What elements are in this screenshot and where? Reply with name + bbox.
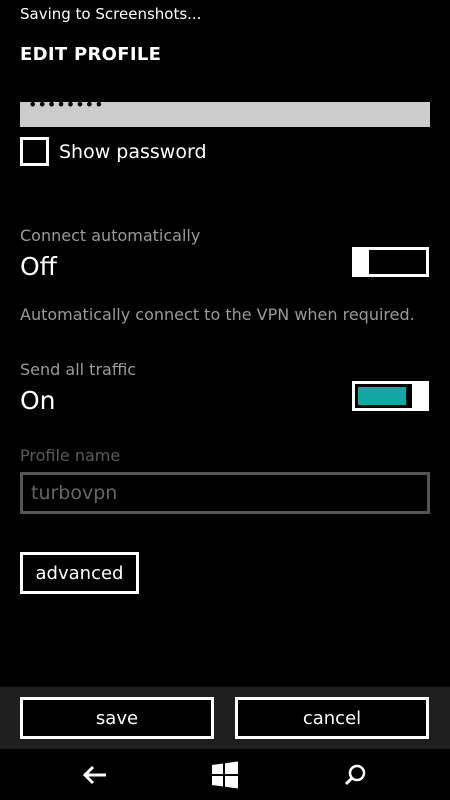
show-password-checkbox[interactable] [20, 137, 49, 166]
navigation-bar [0, 749, 450, 800]
send-all-traffic-label: Send all traffic [20, 360, 137, 379]
show-password-option[interactable]: Show password [20, 137, 207, 166]
connect-automatically-label: Connect automatically [20, 226, 201, 245]
app-bar: save cancel [0, 687, 450, 749]
send-all-traffic-toggle[interactable] [352, 381, 429, 411]
toggle-knob [352, 247, 369, 277]
page-title: EDIT PROFILE [20, 44, 162, 65]
send-all-traffic-value: On [20, 386, 56, 415]
connect-automatically-value: Off [20, 252, 57, 281]
cancel-button[interactable]: cancel [235, 697, 429, 739]
profile-name-label: Profile name [20, 446, 121, 465]
windows-start-icon[interactable] [209, 759, 241, 791]
save-button[interactable]: save [20, 697, 214, 739]
back-arrow-icon[interactable] [79, 759, 111, 791]
profile-name-input[interactable]: turbovpn [20, 472, 430, 514]
advanced-button[interactable]: advanced [20, 552, 139, 594]
connect-automatically-toggle[interactable] [352, 247, 429, 277]
search-icon[interactable] [339, 759, 371, 791]
password-input[interactable]: •••••••• [20, 102, 430, 127]
edit-profile-screen: Saving to Screenshots... EDIT PROFILE ••… [0, 0, 450, 800]
status-text: Saving to Screenshots... [20, 5, 202, 23]
toggle-knob [412, 381, 429, 411]
connect-automatically-description: Automatically connect to the VPN when re… [20, 305, 415, 324]
toggle-fill [358, 387, 406, 405]
show-password-label: Show password [59, 140, 207, 163]
